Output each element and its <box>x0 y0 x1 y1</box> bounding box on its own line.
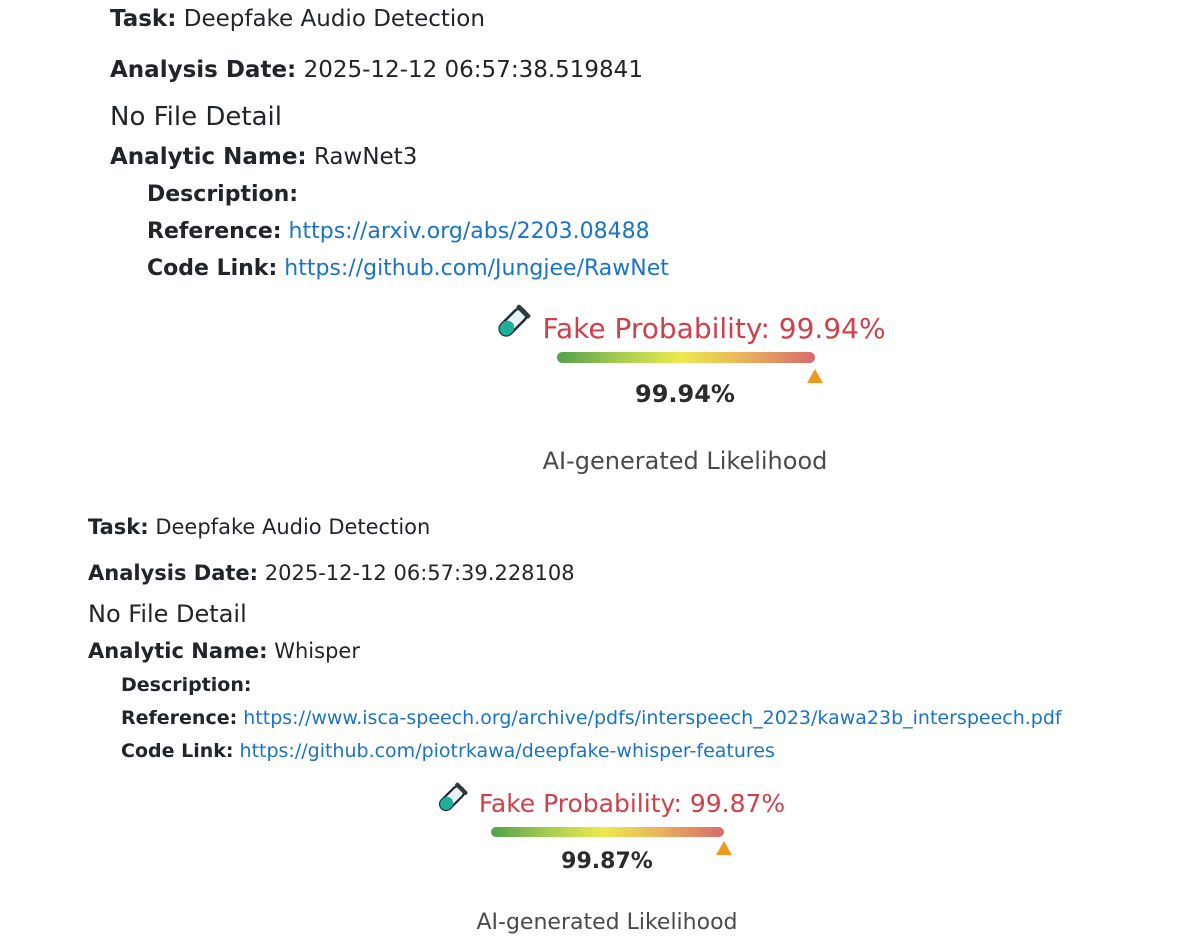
likelihood-gauge <box>491 827 724 837</box>
analytic-name-row: Analytic Name: RawNet3 <box>110 144 417 170</box>
reference-row: Reference: https://arxiv.org/abs/2203.08… <box>147 219 650 244</box>
analysis-date-row: Analysis Date: 2025-12-12 06:57:39.22810… <box>88 561 575 585</box>
task-value: Deepfake Audio Detection <box>155 515 431 539</box>
code-link-row: Code Link: https://github.com/piotrkawa/… <box>121 740 775 762</box>
fake-probability-text: Fake Probability: 99.87% <box>478 789 786 818</box>
gauge-value: 99.94% <box>635 380 735 408</box>
likelihood-label: AI-generated Likelihood <box>542 447 828 475</box>
analysis-date-label: Analysis Date: <box>88 561 259 585</box>
description-label: Description: <box>147 182 299 207</box>
code-link[interactable]: https://github.com/Jungjee/RawNet <box>284 256 669 281</box>
task-row: Task: Deepfake Audio Detection <box>88 515 430 539</box>
analytic-name-label: Analytic Name: <box>110 144 307 170</box>
likelihood-gauge <box>557 352 815 363</box>
reference-label: Reference: <box>147 219 282 244</box>
likelihood-label: AI-generated Likelihood <box>476 910 738 935</box>
analysis-date-value: 2025-12-12 06:57:38.519841 <box>303 57 643 83</box>
task-label: Task: <box>110 6 177 32</box>
analytic-name-row: Analytic Name: Whisper <box>88 639 360 663</box>
reference-link[interactable]: https://arxiv.org/abs/2203.08488 <box>289 219 650 244</box>
task-label: Task: <box>88 515 149 539</box>
fake-probability-text: Fake Probability: 99.94% <box>542 312 886 345</box>
reference-label: Reference: <box>121 707 238 729</box>
code-link-label: Code Link: <box>147 256 278 281</box>
fake-probability-heading: Fake Probability: 99.87% <box>320 782 900 822</box>
task-row: Task: Deepfake Audio Detection <box>110 6 485 32</box>
code-link-row: Code Link: https://github.com/Jungjee/Ra… <box>147 256 669 281</box>
analytic-name-label: Analytic Name: <box>88 639 268 663</box>
gauge-value: 99.87% <box>561 849 653 874</box>
gauge-marker <box>715 841 732 855</box>
fake-probability-heading: Fake Probability: 99.94% <box>380 304 1000 349</box>
task-value: Deepfake Audio Detection <box>183 6 485 32</box>
analysis-date-label: Analysis Date: <box>110 57 297 83</box>
description-row: Description: <box>121 674 252 696</box>
analytic-name-value: RawNet3 <box>313 144 418 170</box>
gauge-marker <box>806 369 823 383</box>
reference-row: Reference: https://www.isca-speech.org/a… <box>121 707 1062 729</box>
description-row: Description: <box>147 182 298 207</box>
reference-link[interactable]: https://www.isca-speech.org/archive/pdfs… <box>243 707 1061 729</box>
analytic-name-value: Whisper <box>274 639 360 663</box>
test-tube-icon <box>494 304 532 349</box>
code-link[interactable]: https://github.com/piotrkawa/deepfake-wh… <box>240 740 775 762</box>
analysis-date-value: 2025-12-12 06:57:39.228108 <box>264 561 575 585</box>
analysis-date-row: Analysis Date: 2025-12-12 06:57:38.51984… <box>110 57 643 83</box>
code-link-label: Code Link: <box>121 740 234 762</box>
file-detail: No File Detail <box>110 102 282 132</box>
file-detail: No File Detail <box>88 600 247 628</box>
description-label: Description: <box>121 674 252 696</box>
test-tube-icon <box>435 782 469 822</box>
